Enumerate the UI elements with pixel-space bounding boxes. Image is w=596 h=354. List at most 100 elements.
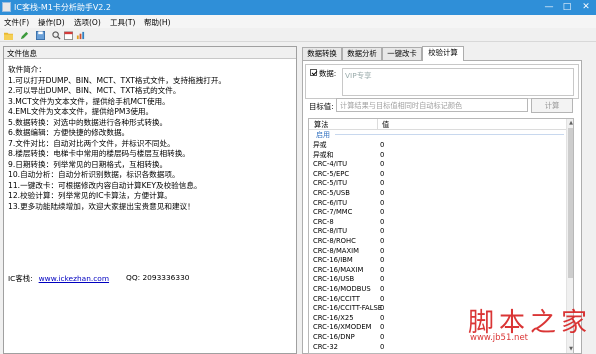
tab-data-analyze[interactable]: 数据分析 xyxy=(342,47,382,60)
menu-tools[interactable]: 工具(T) xyxy=(110,17,135,28)
algorithm-name: CRC-16/CCITT-FALSE xyxy=(313,304,383,313)
calendar-icon[interactable] xyxy=(64,31,73,40)
group-enabled: 启用 xyxy=(309,130,566,139)
algorithm-value: 0 xyxy=(380,342,385,351)
tab-one-click-card[interactable]: 一键改卡 xyxy=(382,47,422,60)
algorithm-row[interactable]: CRC-5/ITU 0 xyxy=(309,179,566,188)
algorithm-name: CRC-5/EPC xyxy=(313,169,350,178)
algorithm-value: 0 xyxy=(380,294,385,303)
intro-line: 7.文件对比：自动对比两个文件，并标识不同处。 xyxy=(8,138,175,148)
algorithm-value: 0 xyxy=(380,275,385,284)
intro-line: 10.自动分析：自动分析识别数据，标识各数据项。 xyxy=(8,170,180,179)
algorithm-name: CRC-6/ITU xyxy=(313,198,348,207)
close-button[interactable]: ✕ xyxy=(577,0,595,15)
open-folder-icon[interactable] xyxy=(4,31,13,40)
analyze-icon[interactable] xyxy=(76,31,85,40)
col-value[interactable]: 值 xyxy=(382,120,389,130)
calculate-button[interactable]: 计算 xyxy=(531,98,573,113)
algorithm-value: 0 xyxy=(380,169,385,178)
menu-options[interactable]: 选项(O) xyxy=(74,17,101,28)
algorithm-name: CRC-8 xyxy=(313,217,334,226)
algorithm-value: 0 xyxy=(380,179,385,188)
algorithm-value: 0 xyxy=(380,189,385,197)
contact-label: IC客栈: xyxy=(8,274,33,283)
algorithm-value: 0 xyxy=(380,217,385,226)
save-icon[interactable] xyxy=(36,31,45,40)
intro-line: 4.EML文件为文本文件，提供给PM3使用。 xyxy=(8,107,154,116)
algorithm-value: 0 xyxy=(380,333,385,341)
app-icon xyxy=(2,2,11,12)
intro-line: 1.可以打开DUMP、BIN、MCT、TXT格式文件，支持拖拽打开。 xyxy=(8,75,227,85)
algorithm-row[interactable]: CRC-16/MAXIM 0 xyxy=(309,266,566,275)
algorithm-row[interactable]: 异或和 0 xyxy=(309,151,566,160)
algorithm-name: CRC-16/DNP xyxy=(313,333,355,341)
algorithm-name: 异或 xyxy=(313,141,327,149)
search-icon[interactable] xyxy=(52,31,61,40)
algorithm-row[interactable]: CRC-16/IBM 0 xyxy=(309,256,566,265)
algorithm-row[interactable]: CRC-6/ITU 0 xyxy=(309,199,566,208)
algorithm-name: CRC-16/X25 xyxy=(313,313,354,322)
intro-line: 12.校验计算：列举常见的IC卡算法，方便计算。 xyxy=(8,191,172,200)
menu-help[interactable]: 帮助(H) xyxy=(144,17,171,28)
menu-operate[interactable]: 操作(D) xyxy=(38,17,65,28)
algorithm-row[interactable]: CRC-16/USB 0 xyxy=(309,275,566,284)
data-input[interactable]: VIP专享 xyxy=(342,68,574,96)
algorithm-row[interactable]: CRC-8 0 xyxy=(309,218,566,227)
watermark-url: www.jb51.net xyxy=(470,333,529,343)
intro-line: 11.一键改卡：可根据修改内容自动计算KEY及校验信息。 xyxy=(8,180,202,190)
algorithm-row[interactable]: CRC-32 0 xyxy=(309,343,566,352)
algorithm-value: 0 xyxy=(380,150,385,159)
algorithm-row[interactable]: 异或 0 xyxy=(309,141,566,150)
window-title: IC客栈-M1卡分析助手V2.2 xyxy=(14,3,112,12)
scroll-down-arrow-icon[interactable]: ▼ xyxy=(567,345,573,353)
pencil-icon[interactable] xyxy=(20,31,29,40)
algorithm-value: 0 xyxy=(380,237,385,245)
tab-data-convert[interactable]: 数据转换 xyxy=(302,47,342,60)
algorithm-name: CRC-5/ITU xyxy=(313,179,348,188)
algorithm-value: 0 xyxy=(380,323,385,332)
intro-line: 5.数据转换：对选中的数据进行各种形式转换。 xyxy=(8,117,168,127)
algorithm-row[interactable]: CRC-5/USB 0 xyxy=(309,189,566,198)
algorithm-row[interactable]: CRC-7/MMC 0 xyxy=(309,208,566,217)
intro-line: 13.更多功能陆续增加，欢迎大家提出宝贵意见和建议！ xyxy=(8,201,195,211)
intro-heading: 软件简介： xyxy=(8,65,46,74)
target-label: 目标值: xyxy=(309,102,334,111)
algorithm-name: CRC-16/USB xyxy=(313,275,355,284)
menu-bar: 文件(F) 操作(D) 选项(O) 工具(T) 帮助(H) xyxy=(0,15,596,28)
title-bar: IC客栈-M1卡分析助手V2.2 — □ ✕ xyxy=(0,0,596,15)
col-algorithm[interactable]: 算法 xyxy=(314,120,328,130)
minimize-button[interactable]: — xyxy=(540,0,558,15)
qq-number: QQ: 2093336330 xyxy=(126,273,190,282)
algorithm-value: 0 xyxy=(380,227,385,236)
menu-file[interactable]: 文件(F) xyxy=(4,17,29,28)
algorithm-value: 0 xyxy=(380,313,385,322)
target-input[interactable]: 计算结果与目标值相同时自动标记颜色 xyxy=(336,98,528,112)
intro-line: 9.日期转换：列举常见的日期格式，互相转换。 xyxy=(8,159,168,169)
algorithm-value: 0 xyxy=(380,265,385,274)
algorithm-value: 0 xyxy=(380,208,385,217)
algorithm-row[interactable]: CRC-16/MODBUS 0 xyxy=(309,285,566,294)
scroll-up-arrow-icon[interactable]: ▲ xyxy=(567,119,573,127)
algorithm-row[interactable]: CRC-4/ITU 0 xyxy=(309,160,566,169)
algorithm-name: CRC-16/MODBUS xyxy=(313,285,371,293)
website-link[interactable]: www.ickezhan.com xyxy=(39,274,109,283)
algorithm-row[interactable]: CRC-8/MAXIM 0 xyxy=(309,247,566,256)
maximize-button[interactable]: □ xyxy=(558,0,576,15)
file-info-panel: 文件信息 软件简介： 1.可以打开DUMP、BIN、MCT、TXT格式文件，支持拖… xyxy=(3,46,297,354)
toolbar xyxy=(0,28,596,42)
tab-checksum-calc[interactable]: 校验计算 xyxy=(422,46,464,61)
algorithm-row[interactable]: CRC-5/EPC 0 xyxy=(309,170,566,179)
intro-line: 6.数据编辑：方便快捷的修改数据。 xyxy=(8,128,130,137)
algorithm-value: 0 xyxy=(380,256,385,265)
software-intro: 软件简介： 1.可以打开DUMP、BIN、MCT、TXT格式文件，支持拖拽打开。 2… xyxy=(8,65,296,212)
intro-line: 3.MCT文件为文本文件，提供给手机MCT使用。 xyxy=(8,96,170,106)
intro-line: 2.可以导出DUMP、BIN、MCT、TXT格式的文件。 xyxy=(8,86,181,95)
data-label: 数据: xyxy=(319,69,337,78)
scroll-thumb[interactable] xyxy=(568,128,573,278)
algorithm-row[interactable]: CRC-8/ITU 0 xyxy=(309,227,566,236)
algorithm-row[interactable]: CRC-8/ROHC 0 xyxy=(309,237,566,246)
algorithm-value: 0 xyxy=(380,160,385,169)
data-checkbox[interactable] xyxy=(310,69,317,76)
algorithm-name: CRC-5/USB xyxy=(313,189,350,197)
algorithm-name: CRC-16/CCITT xyxy=(313,294,360,303)
